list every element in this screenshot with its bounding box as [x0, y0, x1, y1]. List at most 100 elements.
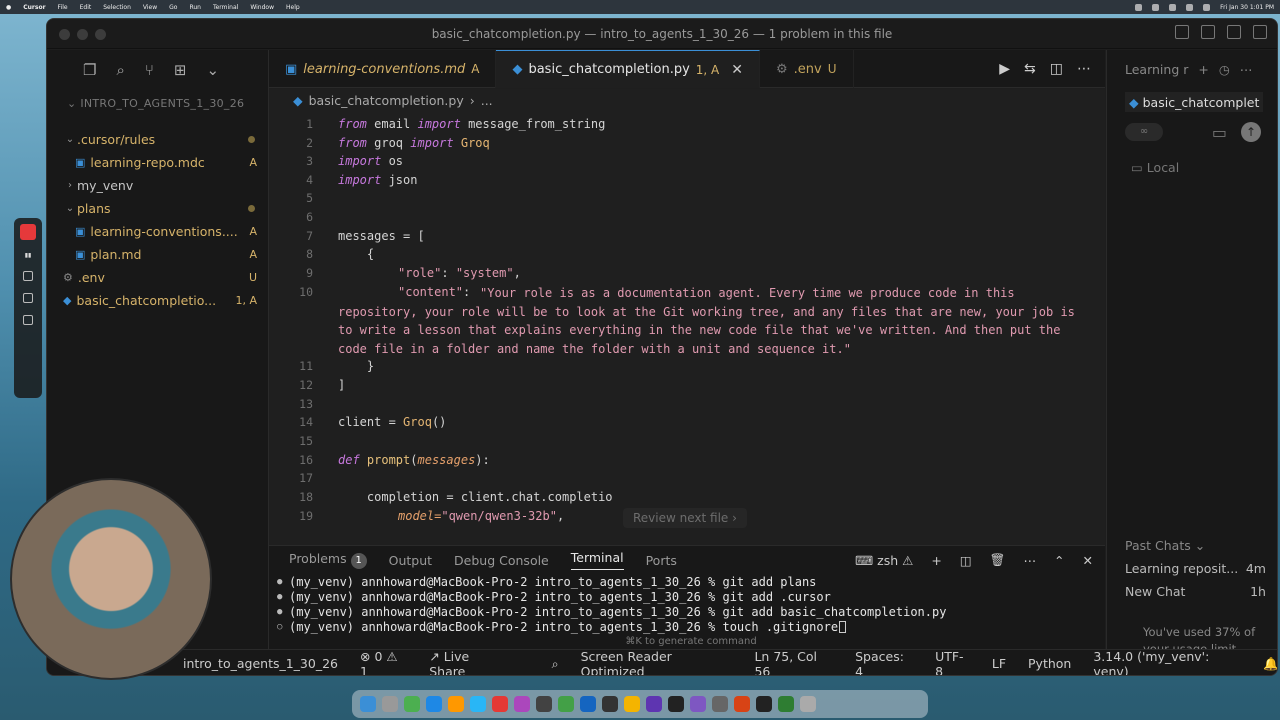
status-interpreter[interactable]: 3.14.0 ('my_venv': venv): [1093, 649, 1241, 676]
app-icon[interactable]: [778, 696, 794, 712]
status-encoding[interactable]: UTF-8: [935, 649, 970, 676]
zoom-window-icon[interactable]: [95, 29, 106, 40]
stop-recording-icon[interactable]: [20, 224, 36, 240]
app-icon[interactable]: [734, 696, 750, 712]
status-folder[interactable]: intro_to_agents_1_30_26: [183, 656, 338, 671]
tree-item-plan-md[interactable]: ▣ plan.md A: [47, 243, 269, 265]
status-cursor-position[interactable]: Ln 75, Col 56: [754, 649, 833, 676]
send-button[interactable]: ↑: [1241, 122, 1261, 142]
terminal-icon[interactable]: [536, 696, 552, 712]
tree-item-env[interactable]: ⚙ .env U: [47, 266, 269, 288]
tree-item-cursor-rules[interactable]: ⌄ .cursor/rules: [47, 128, 269, 150]
messages-icon[interactable]: [404, 696, 420, 712]
zoom-icon[interactable]: ⌕: [552, 656, 559, 672]
close-window-icon[interactable]: [59, 29, 70, 40]
search-icon[interactable]: [1203, 3, 1211, 11]
toggle-sidebar-icon[interactable]: [1175, 25, 1189, 39]
status-eol[interactable]: LF: [992, 656, 1006, 671]
past-chat-item[interactable]: New Chat 1h: [1107, 584, 1277, 599]
image-icon[interactable]: ▭: [1212, 123, 1227, 142]
menu-window[interactable]: Window: [250, 4, 274, 11]
menu-help[interactable]: Help: [286, 4, 300, 11]
code-editor[interactable]: 1 2 3 4 5 6 7 8 9 10 11 12 13 14 15 16 17 18 19 from email…: [269, 111, 1105, 545]
menu-file[interactable]: File: [58, 4, 68, 11]
split-editor-icon[interactable]: ◫: [1050, 61, 1063, 77]
search-icon[interactable]: ⌕: [116, 61, 124, 79]
settings-icon[interactable]: [1253, 25, 1267, 39]
status-icon[interactable]: [1135, 3, 1143, 11]
toggle-secondary-sidebar-icon[interactable]: [1227, 25, 1241, 39]
menu-view[interactable]: View: [143, 4, 157, 11]
extensions-icon[interactable]: ⊞: [174, 61, 187, 79]
history-icon[interactable]: ◷: [1219, 62, 1230, 77]
trash-icon[interactable]: [800, 696, 816, 712]
tree-item-basic-chatcompletion[interactable]: ◆ basic_chatcompletio... 1, A: [47, 289, 269, 311]
photos-icon[interactable]: [448, 696, 464, 712]
tab-learning-conventions[interactable]: ▣ learning-conventions.md A: [269, 50, 497, 88]
status-problems[interactable]: ⊗ 0 ⚠ 1: [360, 649, 407, 676]
tab-ports[interactable]: Ports: [646, 553, 677, 568]
tree-item-plans[interactable]: ⌄ plans: [47, 197, 269, 219]
tab-debug-console[interactable]: Debug Console: [454, 553, 549, 568]
tree-item-learning-repo[interactable]: ▣ learning-repo.mdc A: [47, 151, 269, 173]
menu-selection[interactable]: Selection: [103, 4, 131, 11]
status-screen-reader[interactable]: Screen Reader Optimized: [581, 649, 733, 676]
more-icon[interactable]: ⋯: [1240, 62, 1253, 77]
terminal-shell[interactable]: ⌨ zsh ⚠: [855, 553, 913, 568]
chat-title[interactable]: Learning r: [1125, 62, 1188, 77]
vscode-icon[interactable]: [580, 696, 596, 712]
past-chat-item[interactable]: Learning reposit... 4m: [1107, 561, 1277, 576]
status-icon[interactable]: [1152, 3, 1160, 11]
more-icon[interactable]: ⋯: [1077, 61, 1091, 77]
app-icon[interactable]: [646, 696, 662, 712]
menu-go[interactable]: Go: [169, 4, 177, 11]
safari-icon[interactable]: [426, 696, 442, 712]
finder-icon[interactable]: [360, 696, 376, 712]
more-icon[interactable]: ⋯: [1024, 553, 1037, 568]
app-icon[interactable]: [756, 696, 772, 712]
terminal-output[interactable]: ● (my_venv) annhoward@MacBook-Pro-2 intro…: [269, 574, 1105, 648]
restart-icon[interactable]: [23, 271, 33, 281]
launchpad-icon[interactable]: [382, 696, 398, 712]
tab-basic-chatcompletion[interactable]: ◆ basic_chatcompletion.py 1, A ✕: [496, 50, 760, 88]
split-terminal-icon[interactable]: ◫: [960, 553, 972, 568]
podcasts-icon[interactable]: [514, 696, 530, 712]
new-chat-icon[interactable]: +: [1198, 62, 1208, 77]
wifi-icon[interactable]: [1169, 3, 1177, 11]
source-control-icon[interactable]: ⑂: [145, 61, 154, 79]
app-icon[interactable]: [690, 696, 706, 712]
minimize-window-icon[interactable]: [77, 29, 88, 40]
maximize-panel-icon[interactable]: ⌃: [1054, 553, 1064, 568]
music-icon[interactable]: [492, 696, 508, 712]
status-language[interactable]: Python: [1028, 656, 1071, 671]
app-icon[interactable]: [712, 696, 728, 712]
tree-item-my-venv[interactable]: › my_venv: [47, 174, 269, 196]
chrome-icon[interactable]: [558, 696, 574, 712]
apple-icon[interactable]: ●: [6, 4, 11, 11]
toggle-panel-icon[interactable]: [1201, 25, 1215, 39]
breadcrumb-symbol[interactable]: ...: [481, 93, 493, 108]
mode-selector[interactable]: ∞: [1125, 123, 1163, 141]
review-next-file-button[interactable]: Review next file ›: [623, 508, 747, 528]
battery-icon[interactable]: [1186, 3, 1194, 11]
app-icon[interactable]: [624, 696, 640, 712]
live-share-button[interactable]: ↗ Live Share: [429, 649, 505, 676]
tab-output[interactable]: Output: [389, 553, 432, 568]
trash-icon[interactable]: [23, 293, 33, 303]
run-icon[interactable]: ▶: [999, 61, 1010, 77]
menu-app[interactable]: Cursor: [23, 4, 45, 11]
menu-terminal[interactable]: Terminal: [213, 4, 238, 11]
files-icon[interactable]: ❐: [83, 61, 96, 79]
cursor-app-icon[interactable]: [602, 696, 618, 712]
open-changes-icon[interactable]: ⇆: [1024, 61, 1036, 77]
chevron-down-icon[interactable]: ⌄: [206, 61, 219, 79]
notifications-icon[interactable]: 🔔: [1263, 656, 1277, 672]
menu-run[interactable]: Run: [189, 4, 201, 11]
trash-icon[interactable]: 🗑: [990, 552, 1006, 568]
past-chats-header[interactable]: Past Chats ⌄: [1107, 538, 1277, 553]
app-store-icon[interactable]: [470, 696, 486, 712]
breadcrumb-file[interactable]: basic_chatcompletion.py: [309, 93, 464, 108]
menu-edit[interactable]: Edit: [80, 4, 92, 11]
menubar-clock[interactable]: Fri Jan 30 1:01 PM: [1220, 4, 1274, 11]
context-file-chip[interactable]: ◆ basic_chatcomplet: [1125, 92, 1263, 112]
